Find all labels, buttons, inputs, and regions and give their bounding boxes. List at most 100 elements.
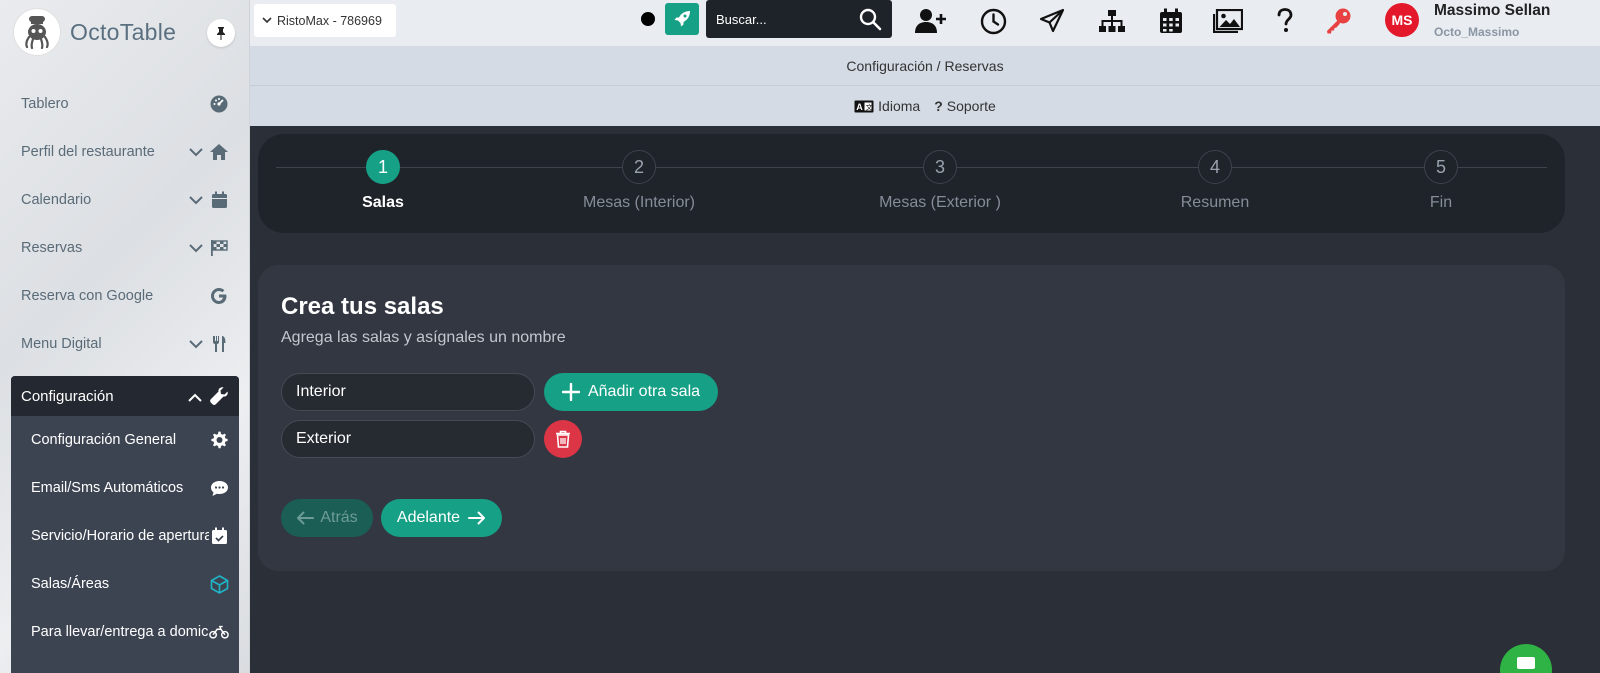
breadcrumb: Configuración / Reservas bbox=[250, 46, 1600, 86]
sidebar-subitem-label: Servicio/Horario de apertura bbox=[31, 528, 213, 544]
add-room-label: Añadir otra sala bbox=[587, 383, 701, 400]
help-icon[interactable] bbox=[1269, 5, 1301, 37]
brand[interactable]: OctoTable bbox=[0, 0, 249, 64]
next-label: Adelante bbox=[396, 509, 461, 526]
sidebar-item-label: Configuración bbox=[21, 387, 114, 405]
sidebar-subitem-servicio-horario[interactable]: Servicio/Horario de apertura bbox=[11, 512, 239, 560]
question-icon: ? bbox=[934, 98, 943, 114]
add-room-button[interactable]: Añadir otra sala bbox=[544, 373, 718, 411]
sidebar-item-configuracion[interactable]: Configuración bbox=[11, 376, 239, 416]
sidebar-subitem-label: Configuración General bbox=[31, 432, 177, 448]
step-label: Mesas (Interior) bbox=[582, 194, 696, 211]
sidebar-item-google[interactable]: Reserva con Google bbox=[0, 272, 249, 320]
language-link[interactable]: A文 Idioma bbox=[854, 98, 920, 114]
sidebar-subitem-email-sms[interactable]: Email/Sms Automáticos bbox=[11, 464, 239, 512]
sidebar-subitem-configuracion-general[interactable]: Configuración General bbox=[11, 416, 239, 464]
wrench-icon bbox=[209, 386, 229, 410]
svg-text:文: 文 bbox=[866, 102, 873, 111]
language-icon: A文 bbox=[854, 100, 874, 112]
config-section: Configuración Configuración General Emai… bbox=[11, 376, 239, 673]
card-title: Crea tus salas bbox=[281, 293, 444, 320]
search-icon[interactable] bbox=[858, 7, 882, 36]
flag-checkered-icon bbox=[209, 238, 229, 258]
wizard-stepper: 1 Salas 2 Mesas (Interior) 3 Mesas (Exte… bbox=[258, 134, 1565, 233]
sidebar-subitem-label: Para llevar/entrega a domicilio bbox=[31, 624, 227, 640]
avatar[interactable]: MS bbox=[1385, 3, 1419, 37]
sidebar-item-label: Tablero bbox=[21, 96, 69, 112]
sidebar-subitem-para-llevar[interactable]: Para llevar/entrega a domicilio bbox=[11, 608, 239, 656]
calendar-check-icon bbox=[209, 526, 229, 546]
support-link[interactable]: ? Soporte bbox=[934, 98, 996, 114]
utensils-icon bbox=[209, 334, 229, 354]
svg-text:A: A bbox=[856, 102, 863, 112]
step-number: 1 bbox=[366, 150, 400, 184]
step-1[interactable]: 1 Salas bbox=[283, 150, 483, 212]
google-icon bbox=[209, 286, 229, 306]
user-handle: Octo_Massimo bbox=[1434, 25, 1520, 39]
help-bar: A文 Idioma ? Soporte bbox=[250, 86, 1600, 126]
sidebar-subitem-label: Salas/Áreas bbox=[31, 576, 110, 592]
octopus-logo-icon bbox=[14, 9, 60, 55]
send-icon[interactable] bbox=[1036, 5, 1068, 37]
step-label: Fin bbox=[1429, 194, 1453, 211]
step-3[interactable]: 3 Mesas (Exterior ) bbox=[840, 150, 1040, 212]
rocket-button[interactable] bbox=[665, 3, 699, 35]
chat-icon bbox=[1517, 657, 1535, 669]
app-root: OctoTable Tablero Perfil del restaurante… bbox=[0, 0, 1600, 673]
pin-icon[interactable] bbox=[207, 19, 235, 47]
chevron-down-icon bbox=[189, 193, 203, 209]
next-button[interactable]: Adelante bbox=[381, 499, 502, 537]
sidebar: OctoTable Tablero Perfil del restaurante… bbox=[0, 0, 250, 673]
back-label: Atrás bbox=[320, 509, 358, 526]
sidebar-item-calendario[interactable]: Calendario bbox=[0, 176, 249, 224]
chevron-down-icon bbox=[189, 337, 203, 353]
rooms-card: Crea tus salas Agrega las salas y asígna… bbox=[258, 265, 1565, 571]
step-number: 3 bbox=[923, 150, 957, 184]
support-label: Soporte bbox=[946, 98, 996, 114]
step-number: 5 bbox=[1424, 150, 1458, 184]
plus-icon bbox=[561, 383, 580, 401]
chevron-up-icon bbox=[188, 389, 202, 406]
clock-icon[interactable] bbox=[977, 5, 1009, 37]
calendar-icon bbox=[209, 190, 229, 210]
sitemap-icon[interactable] bbox=[1096, 5, 1128, 37]
language-label: Idioma bbox=[878, 98, 921, 114]
top-bar: RistoMax - 786969 MS Massimo Sellan Octo… bbox=[250, 0, 1600, 46]
chevron-down-icon bbox=[189, 145, 203, 161]
status-dot bbox=[641, 12, 655, 26]
venue-name: RistoMax - 786969 bbox=[277, 13, 382, 28]
key-icon[interactable] bbox=[1322, 5, 1354, 37]
sidebar-item-tablero[interactable]: Tablero bbox=[0, 80, 249, 128]
gear-icon bbox=[209, 430, 229, 450]
motorcycle-icon bbox=[209, 622, 229, 642]
delete-room-button[interactable] bbox=[544, 420, 582, 458]
step-5[interactable]: 5 Fin bbox=[1341, 150, 1541, 212]
search-box bbox=[706, 0, 892, 38]
step-2[interactable]: 2 Mesas (Interior) bbox=[539, 150, 739, 212]
chat-bubble-icon bbox=[209, 478, 229, 498]
trash-icon bbox=[556, 430, 570, 448]
sidebar-nav: Tablero Perfil del restaurante Calendari… bbox=[0, 80, 249, 368]
arrow-left-icon bbox=[297, 511, 315, 525]
sidebar-item-menu-digital[interactable]: Menu Digital bbox=[0, 320, 249, 368]
user-name[interactable]: Massimo Sellan bbox=[1434, 2, 1550, 20]
sidebar-subitem-salas-areas[interactable]: Salas/Áreas bbox=[11, 560, 239, 608]
calendar-icon[interactable] bbox=[1155, 5, 1187, 37]
sidebar-item-reservas[interactable]: Reservas bbox=[0, 224, 249, 272]
back-button[interactable]: Atrás bbox=[281, 499, 373, 537]
search-input[interactable] bbox=[716, 11, 846, 27]
sidebar-subitem-label: Email/Sms Automáticos bbox=[31, 480, 184, 496]
arrow-right-icon bbox=[468, 511, 486, 525]
step-label: Mesas (Exterior ) bbox=[879, 194, 1001, 211]
step-number: 2 bbox=[622, 150, 656, 184]
room-name-input[interactable] bbox=[281, 420, 535, 458]
images-icon[interactable] bbox=[1212, 5, 1244, 37]
venue-selector[interactable]: RistoMax - 786969 bbox=[254, 4, 396, 37]
sidebar-item-perfil[interactable]: Perfil del restaurante bbox=[0, 128, 249, 176]
main-content: 1 Salas 2 Mesas (Interior) 3 Mesas (Exte… bbox=[250, 126, 1600, 673]
add-user-icon[interactable] bbox=[915, 5, 947, 37]
step-number: 4 bbox=[1198, 150, 1232, 184]
step-4[interactable]: 4 Resumen bbox=[1115, 150, 1315, 212]
room-name-input[interactable] bbox=[281, 373, 535, 411]
rocket-icon bbox=[674, 11, 690, 27]
